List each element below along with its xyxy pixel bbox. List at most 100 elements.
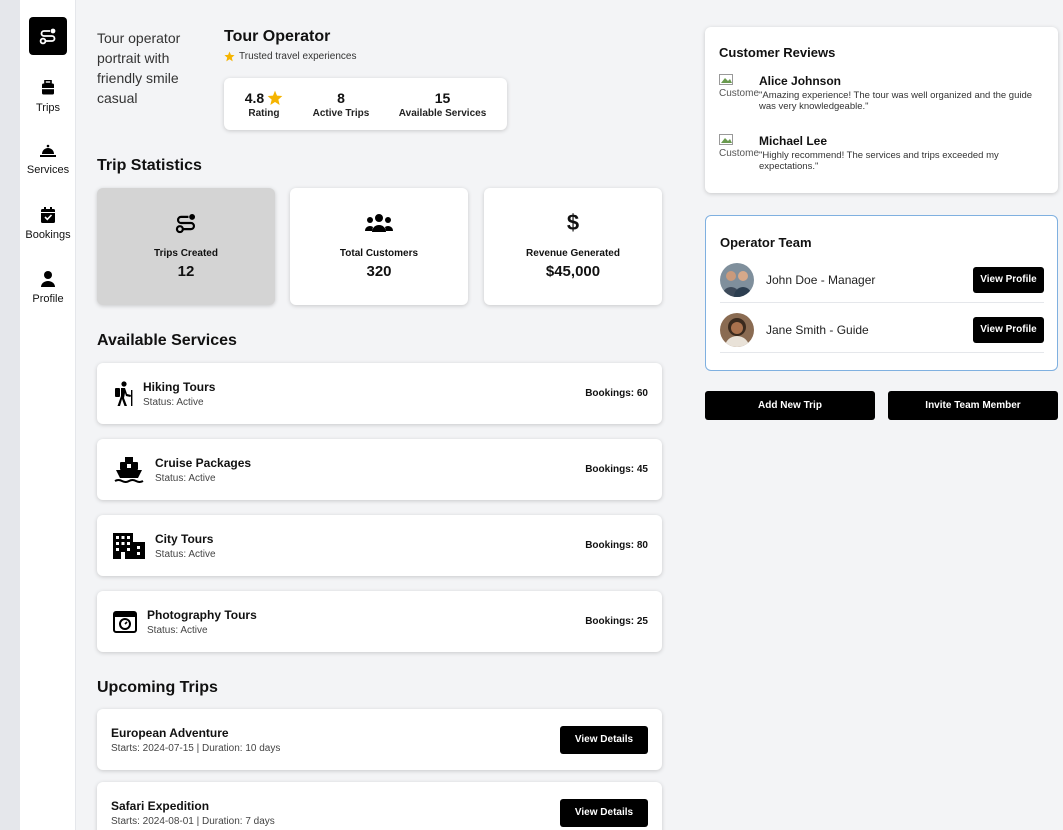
dollar-icon: $ bbox=[566, 210, 580, 235]
operator-photo: Tour operator portrait with friendly smi… bbox=[97, 30, 181, 106]
user-icon bbox=[41, 271, 55, 287]
avatar-alt: Customer bbox=[719, 88, 759, 99]
stat-label: Available Services bbox=[398, 107, 487, 119]
service-status: Status: Active bbox=[155, 548, 216, 560]
stat-label: Active Trips bbox=[312, 107, 370, 119]
sidebar-item-label: Services bbox=[26, 164, 70, 176]
star-icon bbox=[267, 90, 283, 105]
add-new-trip-button[interactable]: Add New Trip bbox=[705, 391, 875, 420]
sidebar-item-label: Trips bbox=[35, 102, 61, 114]
stat-available-services: 15 Available Services bbox=[399, 90, 486, 119]
trip-item-european-adventure: European Adventure Starts: 2024-07-15 | … bbox=[97, 709, 662, 770]
sidebar-item-trips[interactable]: Trips bbox=[20, 80, 76, 114]
trip-meta: Starts: 2024-07-15 | Duration: 10 days bbox=[111, 742, 281, 754]
broken-image-icon bbox=[719, 134, 733, 145]
avatar bbox=[720, 262, 754, 297]
broken-image-icon bbox=[719, 74, 733, 85]
hiking-icon bbox=[115, 380, 133, 406]
rating-value: 4.8 bbox=[244, 89, 265, 106]
suitcase-icon bbox=[42, 80, 54, 95]
reviews-heading: Customer Reviews bbox=[719, 45, 836, 60]
sidebar-item-profile[interactable]: Profile bbox=[20, 271, 76, 305]
service-item-city[interactable]: City Tours Status: Active Bookings: 80 bbox=[97, 515, 662, 576]
stat-card-total-customers[interactable]: Total Customers 320 bbox=[290, 188, 468, 305]
trip-name: Safari Expedition bbox=[111, 798, 210, 813]
sidebar-item-label: Bookings bbox=[25, 229, 71, 241]
sidebar-item-label: Profile bbox=[32, 293, 64, 305]
view-profile-button[interactable]: View Profile bbox=[973, 316, 1044, 343]
service-bookings: Bookings: 45 bbox=[585, 464, 648, 475]
trip-meta: Starts: 2024-08-01 | Duration: 7 days bbox=[111, 815, 275, 827]
view-details-button[interactable]: View Details bbox=[560, 725, 648, 754]
team-member: Jane Smith - Guide View Profile bbox=[720, 307, 1044, 353]
camera-icon bbox=[113, 610, 137, 633]
service-status: Status: Active bbox=[147, 624, 208, 636]
service-name: City Tours bbox=[155, 531, 214, 546]
service-name: Photography Tours bbox=[147, 607, 257, 622]
stat-card-value: 320 bbox=[366, 263, 392, 280]
service-bookings: Bookings: 25 bbox=[585, 616, 648, 627]
service-name: Hiking Tours bbox=[143, 379, 216, 394]
stat-value: 15 bbox=[434, 89, 451, 106]
operator-team-card: Operator Team John Doe - Manager View Pr… bbox=[705, 215, 1058, 371]
reviewer-name: Michael Lee bbox=[759, 134, 828, 148]
logo-route-icon[interactable] bbox=[29, 17, 67, 55]
stat-card-trips-created[interactable]: Trips Created 12 bbox=[97, 188, 275, 305]
service-item-cruise[interactable]: Cruise Packages Status: Active Bookings:… bbox=[97, 439, 662, 500]
service-status: Status: Active bbox=[155, 472, 216, 484]
city-icon bbox=[113, 532, 145, 559]
tagline-text: Trusted travel experiences bbox=[239, 51, 357, 62]
tagline: Trusted travel experiences bbox=[224, 51, 356, 62]
member-name: John Doe - Manager bbox=[766, 272, 876, 287]
calendar-check-icon bbox=[41, 207, 55, 223]
star-icon bbox=[224, 51, 235, 62]
invite-team-member-button[interactable]: Invite Team Member bbox=[888, 391, 1058, 420]
stat-card-label: Revenue Generated bbox=[526, 248, 620, 259]
avatar bbox=[720, 312, 754, 347]
view-profile-button[interactable]: View Profile bbox=[973, 266, 1044, 293]
reviewer-name: Alice Johnson bbox=[759, 74, 842, 88]
service-item-hiking[interactable]: Hiking Tours Status: Active Bookings: 60 bbox=[97, 363, 662, 424]
view-details-button[interactable]: View Details bbox=[560, 798, 648, 827]
section-heading-trip-statistics: Trip Statistics bbox=[97, 157, 202, 174]
stat-active-trips: 8 Active Trips bbox=[313, 90, 370, 119]
bell-icon bbox=[40, 144, 56, 157]
page-title: Tour Operator bbox=[224, 28, 331, 45]
member-name: Jane Smith - Guide bbox=[766, 322, 869, 337]
stat-card-value: $45,000 bbox=[545, 263, 601, 280]
customer-reviews-card: Customer Reviews Customer Alice Johnson … bbox=[705, 27, 1058, 193]
review-text: "Amazing experience! The tour was well o… bbox=[759, 90, 1033, 112]
stat-card-value: 12 bbox=[177, 263, 195, 280]
window-edge bbox=[0, 0, 20, 830]
service-item-photography[interactable]: Photography Tours Status: Active Booking… bbox=[97, 591, 662, 652]
trip-item-safari-expedition: Safari Expedition Starts: 2024-08-01 | D… bbox=[97, 782, 662, 830]
users-icon bbox=[365, 214, 393, 232]
review-item: Customer Michael Lee "Highly recommend! … bbox=[719, 134, 1049, 172]
trip-name: European Adventure bbox=[111, 725, 229, 740]
stat-card-revenue[interactable]: $ Revenue Generated $45,000 bbox=[484, 188, 662, 305]
ship-icon bbox=[114, 456, 144, 483]
sidebar-item-services[interactable]: Services bbox=[20, 144, 76, 176]
stat-card-label: Total Customers bbox=[339, 248, 419, 259]
service-name: Cruise Packages bbox=[155, 455, 252, 470]
service-bookings: Bookings: 80 bbox=[585, 540, 648, 551]
stat-label: Rating bbox=[248, 107, 280, 119]
route-icon bbox=[175, 213, 196, 234]
stat-card-label: Trips Created bbox=[154, 248, 218, 259]
sidebar: Trips Services Bookings Profile bbox=[0, 0, 76, 830]
review-item: Customer Alice Johnson "Amazing experien… bbox=[719, 74, 1049, 112]
service-status: Status: Active bbox=[143, 396, 204, 408]
section-heading-upcoming-trips: Upcoming Trips bbox=[97, 679, 218, 696]
team-member: John Doe - Manager View Profile bbox=[720, 257, 1044, 303]
sidebar-item-bookings[interactable]: Bookings bbox=[20, 207, 76, 241]
review-text: "Highly recommend! The services and trip… bbox=[759, 150, 999, 172]
customer-avatar: Customer bbox=[719, 134, 759, 168]
stat-value: 8 bbox=[337, 89, 345, 106]
stat-rating: 4.8 Rating bbox=[245, 90, 283, 119]
service-bookings: Bookings: 60 bbox=[585, 388, 648, 399]
avatar-alt: Customer bbox=[719, 148, 759, 159]
team-heading: Operator Team bbox=[720, 235, 812, 250]
customer-avatar: Customer bbox=[719, 74, 759, 108]
section-heading-available-services: Available Services bbox=[97, 332, 237, 349]
operator-stats-card: 4.8 Rating 8 Active Trips 15 Available S… bbox=[224, 78, 507, 130]
